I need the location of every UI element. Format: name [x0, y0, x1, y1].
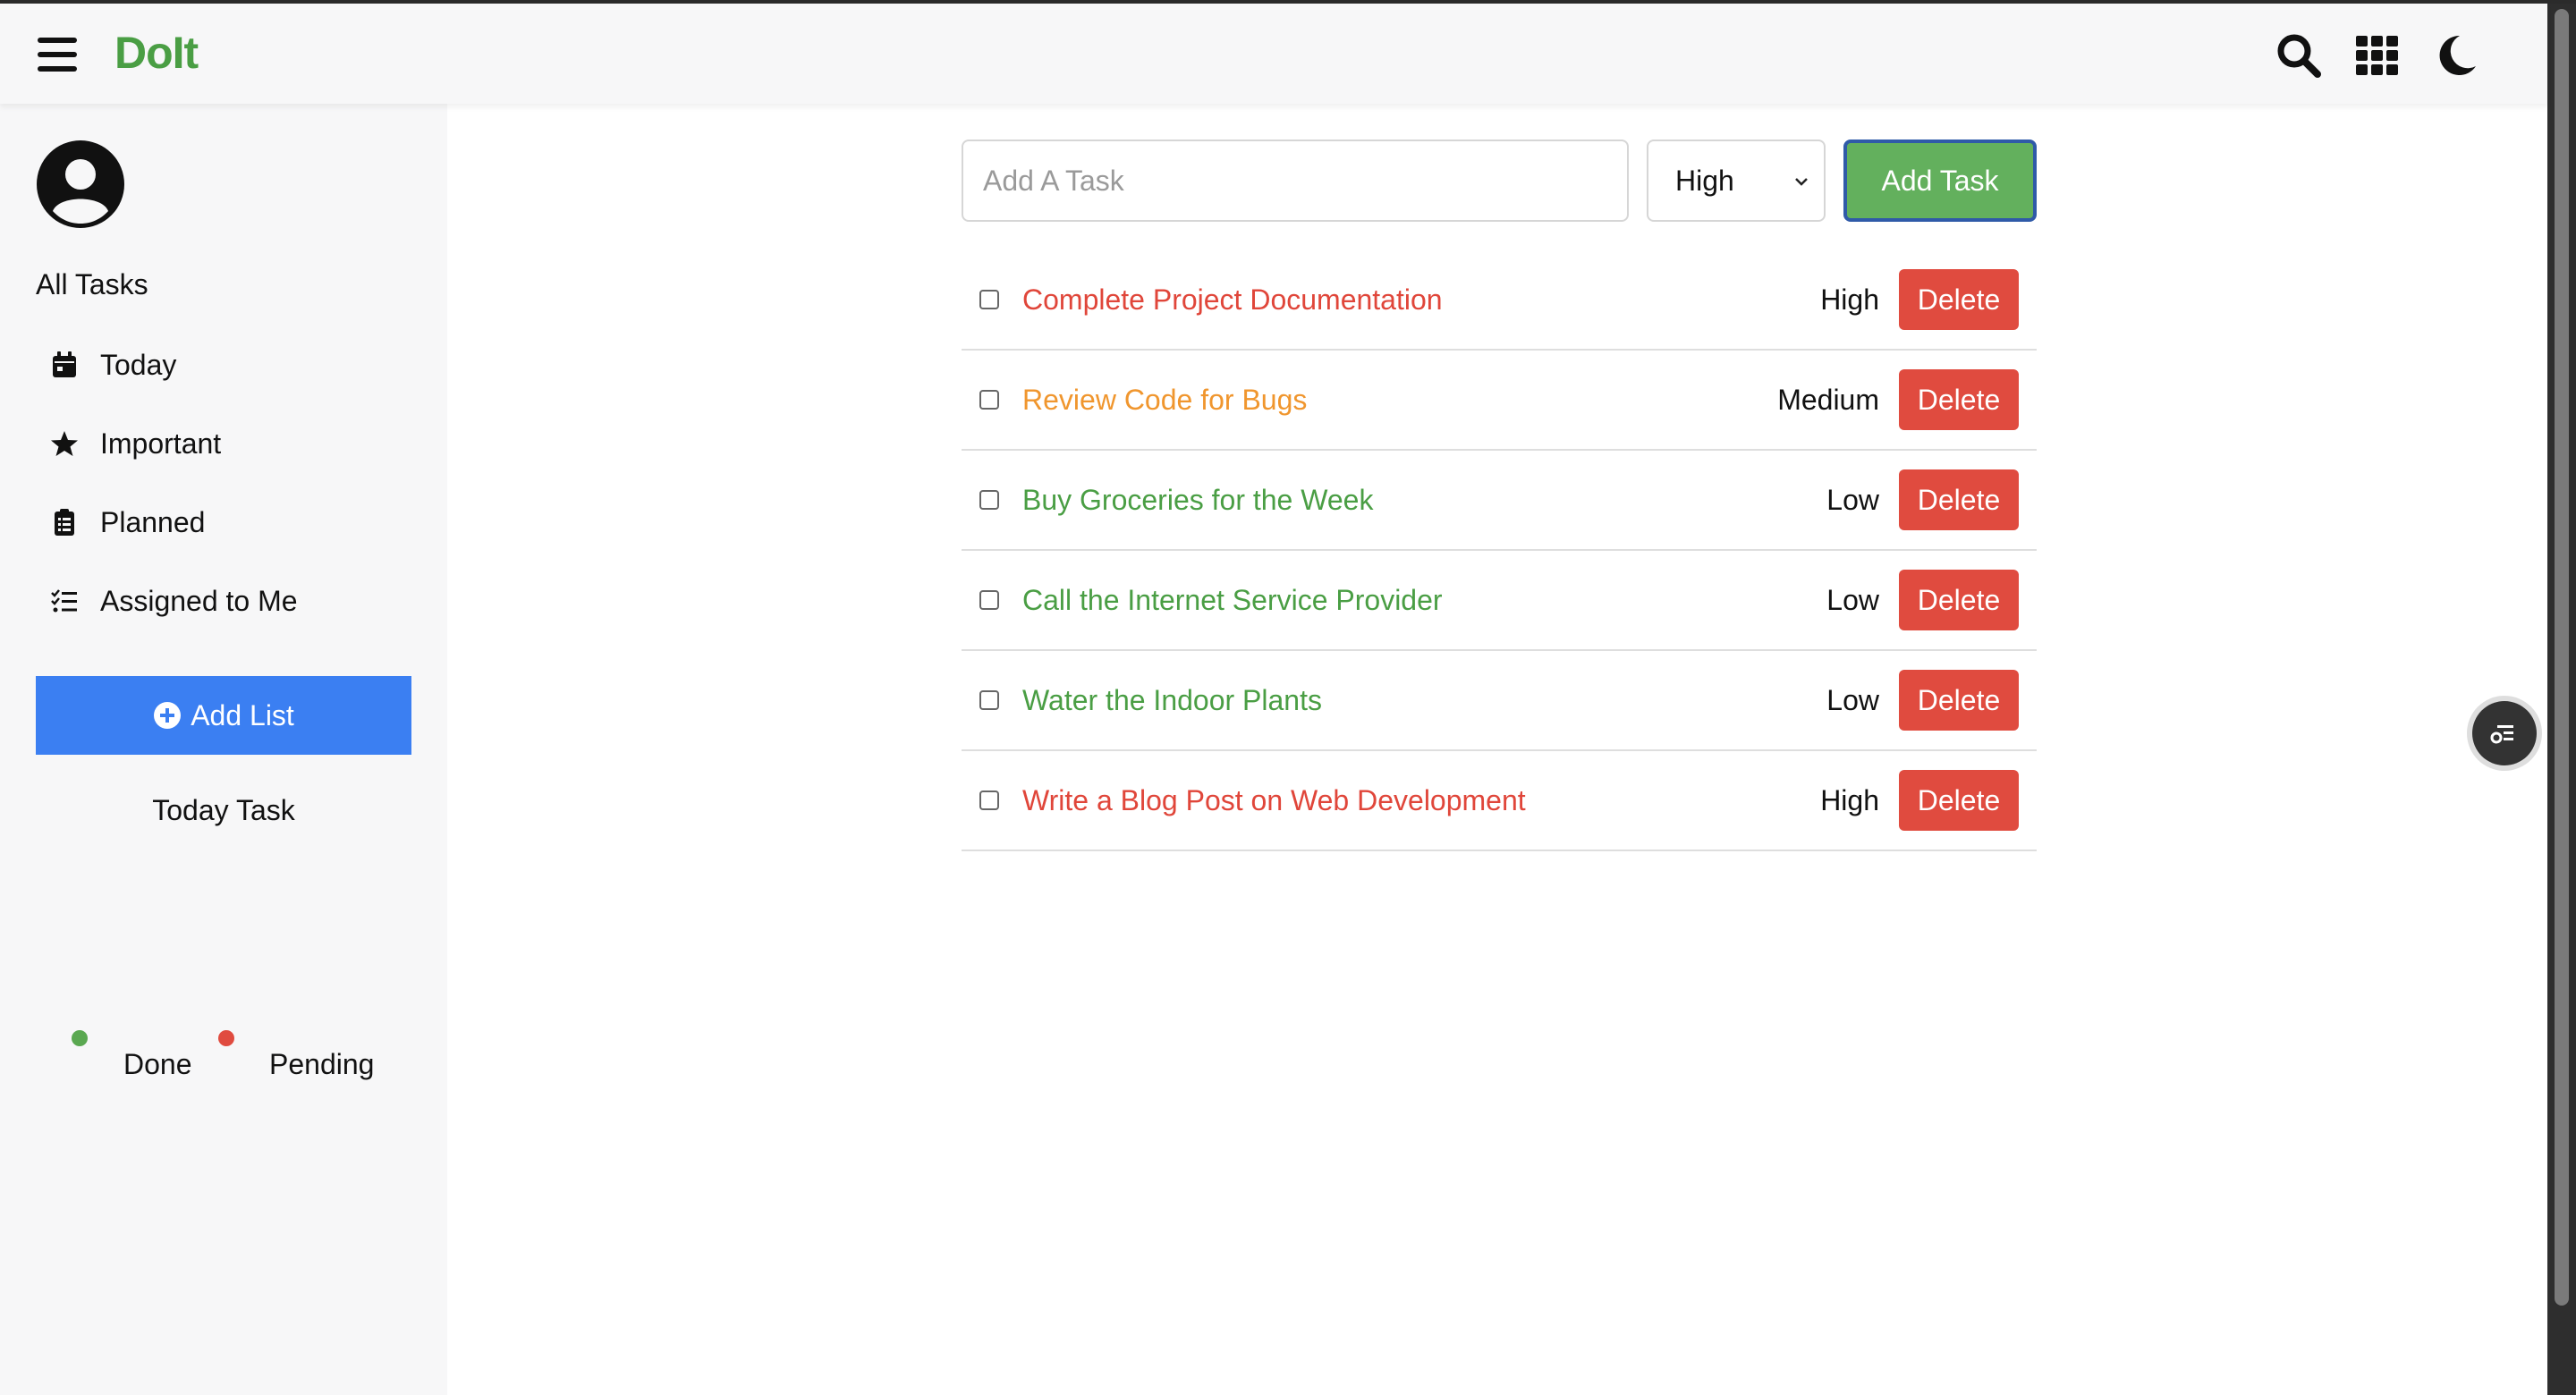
today-task-label: Today Task: [152, 794, 295, 826]
task-priority: Low: [1826, 583, 1879, 616]
task-row: Complete Project Documentation High Dele…: [962, 250, 2037, 351]
user-avatar-icon[interactable]: [36, 140, 125, 229]
priority-select-value: High: [1675, 164, 1734, 197]
task-row: Review Code for Bugs Medium Delete: [962, 351, 2037, 451]
task-checkbox[interactable]: [979, 490, 999, 510]
app-logo: DoIt: [114, 28, 199, 78]
delete-button[interactable]: Delete: [1899, 469, 2019, 530]
add-task-input[interactable]: [962, 140, 1629, 222]
delete-button[interactable]: Delete: [1899, 770, 2019, 831]
sidebar-item-planned[interactable]: Planned: [50, 501, 205, 544]
sidebar-item-label: Important: [100, 427, 222, 460]
delete-button[interactable]: Delete: [1899, 670, 2019, 731]
pending-legend-label: Pending: [269, 1048, 375, 1080]
done-legend-dot: [72, 1030, 88, 1046]
delete-button[interactable]: Delete: [1899, 369, 2019, 430]
pending-legend-dot: [218, 1030, 234, 1046]
moon-icon[interactable]: [2433, 32, 2479, 79]
scrollbar-thumb[interactable]: [2555, 9, 2569, 1306]
task-priority: Medium: [1777, 383, 1879, 416]
star-icon: [51, 431, 78, 456]
checklist-icon: [51, 589, 77, 613]
hamburger-menu-icon[interactable]: [38, 38, 77, 72]
chevron-down-icon: [1795, 178, 1808, 186]
task-row: Water the Indoor Plants Low Delete: [962, 651, 2037, 751]
task-checkbox[interactable]: [979, 690, 999, 710]
clipboard-icon: [55, 509, 74, 536]
task-priority: High: [1820, 283, 1879, 316]
search-icon[interactable]: [2275, 32, 2322, 79]
grid-apps-icon[interactable]: [2354, 32, 2401, 79]
task-row: Write a Blog Post on Web Development Hig…: [962, 751, 2037, 851]
task-row: Call the Internet Service Provider Low D…: [962, 551, 2037, 651]
task-list: Complete Project Documentation High Dele…: [962, 250, 2037, 851]
calendar-icon: [53, 351, 76, 377]
sidebar-item-today[interactable]: Today: [50, 343, 176, 386]
task-text: Buy Groceries for the Week: [1022, 483, 1374, 516]
all-tasks-heading[interactable]: All Tasks: [36, 268, 148, 301]
sidebar: All Tasks Today Important Planned Assign…: [0, 104, 447, 1395]
sidebar-item-label: Assigned to Me: [100, 584, 298, 617]
task-priority: High: [1820, 783, 1879, 816]
plus-circle-icon: [154, 702, 182, 729]
sidebar-item-label: Today: [100, 348, 177, 381]
task-checkbox[interactable]: [979, 590, 999, 610]
add-list-label: Add List: [191, 698, 294, 731]
task-checkbox[interactable]: [979, 390, 999, 410]
scrollbar[interactable]: [2547, 4, 2576, 1395]
priority-select[interactable]: High: [1647, 140, 1826, 222]
toggle-list-icon: [2490, 725, 2513, 744]
task-text: Review Code for Bugs: [1022, 383, 1308, 416]
delete-button[interactable]: Delete: [1899, 269, 2019, 330]
sidebar-item-important[interactable]: Important: [50, 422, 221, 465]
task-text: Write a Blog Post on Web Development: [1022, 783, 1526, 816]
task-row: Buy Groceries for the Week Low Delete: [962, 451, 2037, 551]
task-text: Call the Internet Service Provider: [1022, 583, 1443, 616]
task-priority: Low: [1826, 483, 1879, 516]
task-priority: Low: [1826, 683, 1879, 716]
done-legend-label: Done: [123, 1048, 192, 1080]
sidebar-item-label: Planned: [100, 505, 206, 538]
task-checkbox[interactable]: [979, 790, 999, 810]
task-text: Water the Indoor Plants: [1022, 683, 1322, 716]
sidebar-item-assigned-to-me[interactable]: Assigned to Me: [50, 579, 298, 622]
delete-button[interactable]: Delete: [1899, 570, 2019, 630]
task-text: Complete Project Documentation: [1022, 283, 1443, 316]
add-list-button[interactable]: Add List: [36, 676, 411, 755]
main-content: High Add Task Complete Project Documenta…: [447, 104, 2547, 1395]
add-task-button[interactable]: Add Task: [1843, 140, 2037, 222]
task-checkbox[interactable]: [979, 290, 999, 309]
floating-menu-button[interactable]: [2472, 701, 2537, 765]
app-header: DoIt: [0, 4, 2547, 104]
